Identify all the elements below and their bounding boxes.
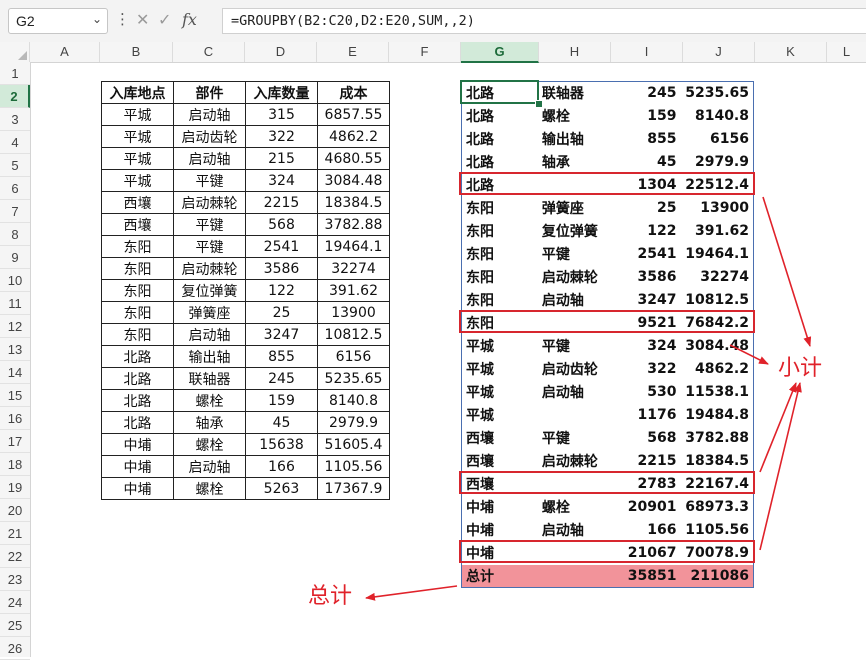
arrow-subtotal-2 xyxy=(729,344,769,365)
arrow-subtotal-3 xyxy=(759,382,797,473)
subtotal-annotation: 小计 xyxy=(778,356,823,381)
annotation-arrows xyxy=(365,196,812,601)
arrow-total xyxy=(365,585,458,601)
total-annotation: 总计 xyxy=(308,584,353,609)
arrow-subtotal-4 xyxy=(759,382,802,551)
arrow-subtotal-1 xyxy=(762,196,812,347)
